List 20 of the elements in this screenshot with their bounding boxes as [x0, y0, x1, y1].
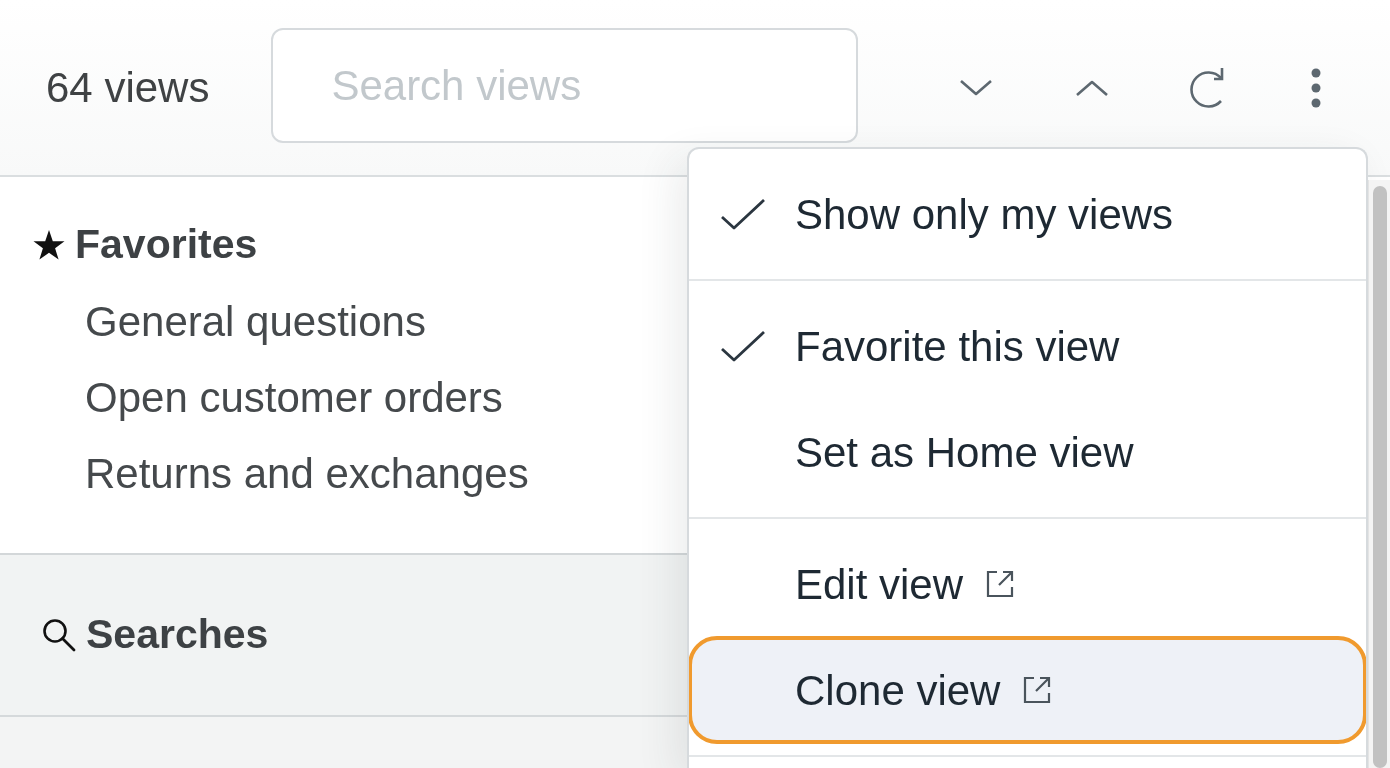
sidebar-item[interactable]: General questions: [85, 284, 426, 360]
menu-item[interactable]: Favorite this view: [689, 293, 1366, 399]
menu-item[interactable]: Show only my views: [689, 161, 1366, 267]
search-field[interactable]: Search views: [271, 28, 859, 143]
chevron-down-icon: [959, 78, 994, 97]
chevron-up-icon: [1075, 78, 1110, 97]
menu-item[interactable]: Clone view: [689, 637, 1366, 743]
sidebar-item[interactable]: Open customer orders: [85, 360, 503, 436]
section-header[interactable]: Favorites: [33, 221, 258, 269]
menu-item[interactable]: Edit view: [689, 531, 1366, 637]
section-header[interactable]: Searches: [42, 611, 269, 659]
search-icon: [42, 618, 76, 652]
external-link-icon: [985, 569, 1016, 599]
star-icon: [33, 229, 65, 261]
sidebar-item[interactable]: Returns and exchanges: [85, 436, 529, 512]
kebab-menu-icon: [1310, 67, 1323, 108]
scrollbar[interactable]: [1368, 180, 1390, 768]
external-link-icon: [1022, 675, 1053, 705]
view-count: 64 views: [46, 63, 210, 113]
menu-item[interactable]: Set as Home view: [689, 399, 1366, 505]
